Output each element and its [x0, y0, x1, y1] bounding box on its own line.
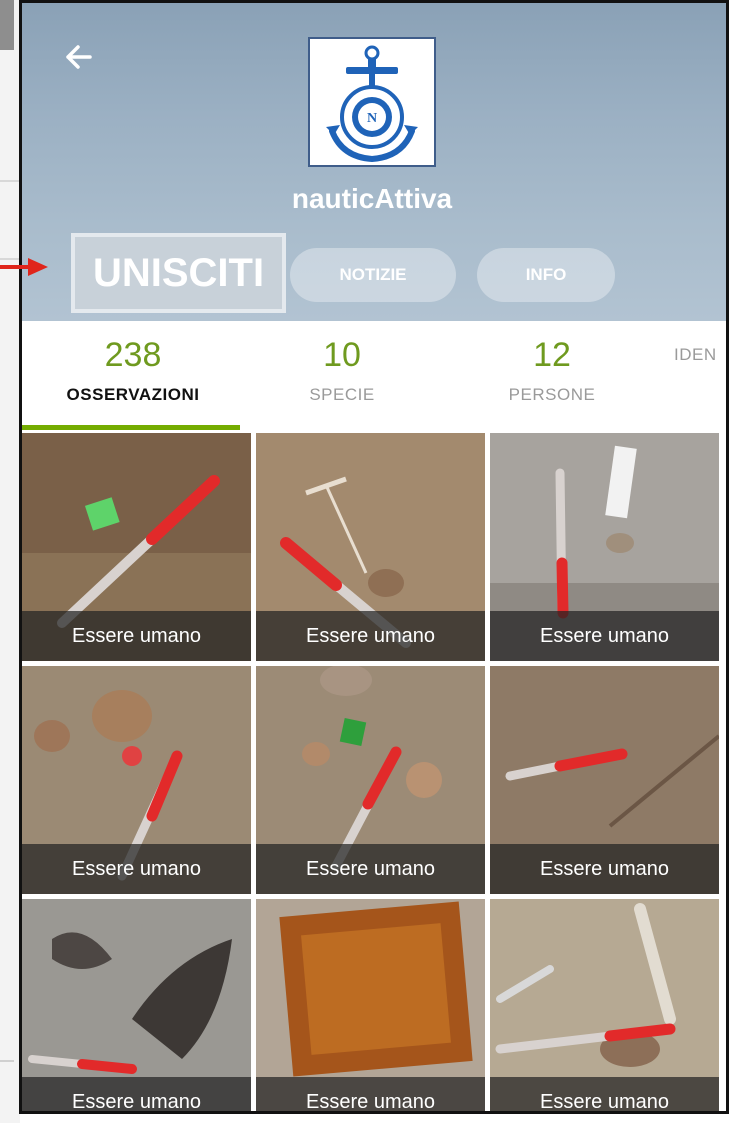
observation-caption: Essere umano [490, 1077, 719, 1111]
stats-tabs: 238 OSSERVAZIONI 10 SPECIE 12 PERSONE ID… [22, 321, 726, 431]
observation-caption: Essere umano [256, 611, 485, 661]
project-header: N nauticAttiva NOTIZIE INFO UNISCITI [22, 3, 726, 321]
observation-tile[interactable]: Essere umano [22, 899, 251, 1111]
background-divider [0, 180, 20, 182]
background-page [0, 0, 20, 1123]
tab-people[interactable]: 12 PERSONE [492, 335, 612, 405]
join-button[interactable]: UNISCITI [71, 233, 286, 313]
project-logo: N [308, 37, 436, 167]
people-label: PERSONE [508, 385, 596, 404]
observation-caption: Essere umano [256, 1077, 485, 1111]
people-count: 12 [533, 336, 571, 374]
observation-tile[interactable]: Essere umano [22, 666, 251, 894]
tab-observations[interactable]: 238 OSSERVAZIONI [50, 335, 216, 405]
tab-species[interactable]: 10 SPECIE [292, 335, 392, 405]
observation-tile[interactable]: Essere umano [490, 433, 719, 661]
observation-tile[interactable]: Essere umano [22, 433, 251, 661]
observation-tile[interactable]: Essere umano [256, 433, 485, 661]
observation-caption: Essere umano [256, 844, 485, 894]
observation-tile[interactable]: Essere umano [256, 899, 485, 1111]
svg-text:N: N [367, 111, 377, 126]
observations-count: 238 [104, 336, 162, 374]
tab-identifications[interactable]: IDEN [674, 335, 726, 365]
news-button[interactable]: NOTIZIE [290, 248, 456, 302]
observation-caption: Essere umano [22, 1077, 251, 1111]
observations-label: OSSERVAZIONI [66, 385, 200, 404]
active-tab-indicator [22, 425, 240, 430]
annotation-arrow-icon [0, 258, 48, 276]
species-label: SPECIE [309, 385, 375, 404]
back-arrow-icon[interactable] [60, 39, 96, 75]
info-button[interactable]: INFO [477, 248, 615, 302]
background-divider [0, 1060, 14, 1062]
species-count: 10 [323, 336, 361, 374]
observation-tile[interactable]: Essere umano [490, 899, 719, 1111]
observation-caption: Essere umano [490, 844, 719, 894]
project-title: nauticAttiva [291, 183, 453, 214]
background-toolbar [0, 0, 14, 50]
observation-caption: Essere umano [22, 844, 251, 894]
observation-caption: Essere umano [490, 611, 719, 661]
observation-tile[interactable]: Essere umano [490, 666, 719, 894]
anchor-logo-icon: N [326, 45, 418, 163]
identifications-label: IDEN [674, 345, 717, 364]
observation-tile[interactable]: Essere umano [256, 666, 485, 894]
phone-screen: N nauticAttiva NOTIZIE INFO UNISCITI 238… [19, 0, 729, 1114]
observation-caption: Essere umano [22, 611, 251, 661]
